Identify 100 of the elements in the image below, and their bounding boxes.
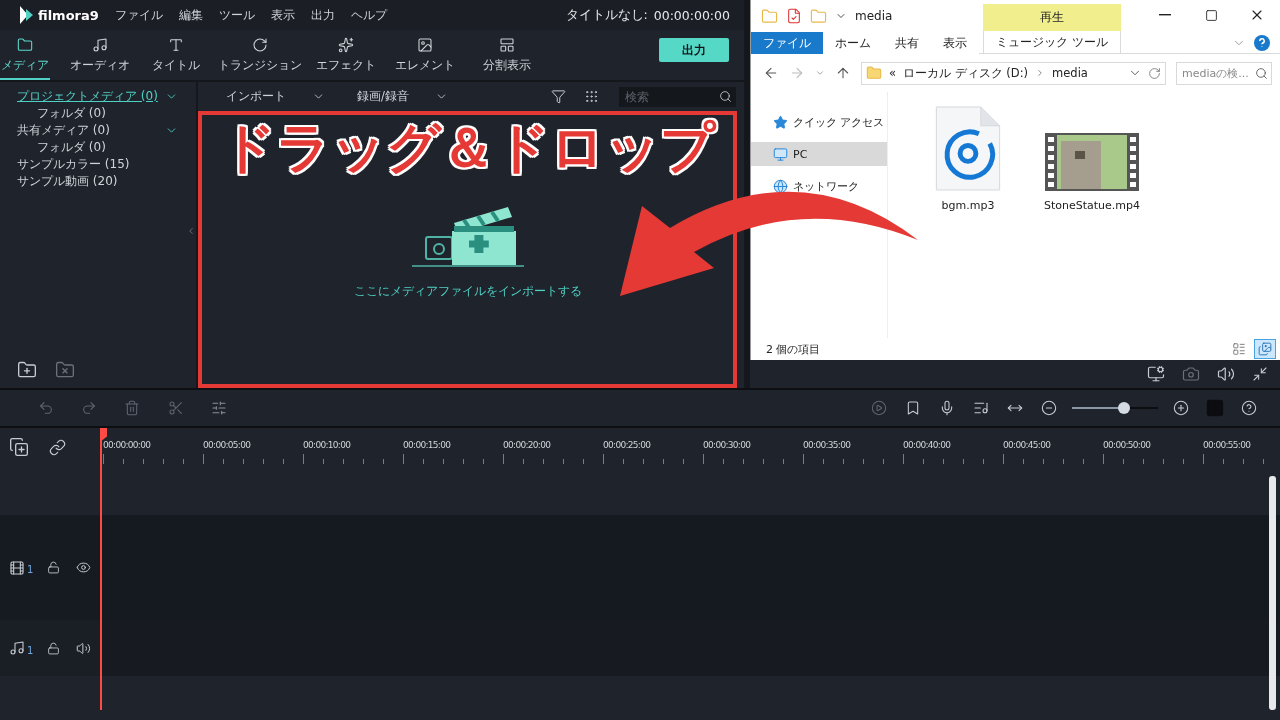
star-icon — [773, 114, 788, 130]
folder-icon — [17, 37, 33, 53]
nav-item[interactable]: ネットワーク — [751, 174, 887, 198]
marker-icon — [905, 400, 921, 416]
monitor-icon — [773, 146, 788, 162]
ruler-label: 00:00:30:00 — [703, 440, 751, 450]
slider-thumb[interactable] — [1117, 402, 1130, 414]
file-name[interactable]: bgm.mp3 — [941, 199, 995, 212]
menu-item[interactable]: ヘルプ — [350, 7, 387, 23]
menu-item[interactable]: ツール — [218, 7, 255, 23]
snapshot-icon[interactable] — [1182, 365, 1200, 383]
grid-icon[interactable] — [584, 89, 599, 104]
library-tab[interactable]: オーディオ — [50, 31, 150, 80]
nav-item[interactable]: クイック アクセス — [751, 110, 887, 134]
project-title: タイトルなし: — [565, 6, 648, 24]
ruler-label: 00:00:20:00 — [503, 440, 551, 450]
help-icon[interactable] — [1254, 34, 1270, 51]
globe-icon — [773, 178, 788, 194]
ruler-label: 00:00:55:00 — [1203, 440, 1251, 450]
folder-icon — [866, 65, 882, 81]
unlock-icon[interactable] — [47, 641, 61, 655]
playhead-handle[interactable] — [100, 428, 107, 442]
audio-file-icon — [935, 106, 1001, 191]
zoom-slider[interactable] — [1072, 402, 1158, 414]
ruler-label: 00:00:00:00 — [103, 440, 151, 450]
search-icon[interactable] — [1255, 66, 1268, 80]
ribbon-tab[interactable]: ファイル — [751, 32, 823, 54]
text-icon — [168, 37, 184, 53]
library-tab[interactable]: エレメント — [374, 31, 476, 80]
image-icon — [417, 37, 433, 53]
window-title: media — [855, 8, 893, 25]
eye-icon[interactable] — [76, 560, 92, 575]
properties-icon[interactable] — [786, 8, 802, 24]
nav-item[interactable]: PC — [751, 142, 887, 166]
sidebar-item[interactable]: 共有メディア (0) — [17, 122, 110, 139]
sidebar-item[interactable]: サンプル動画 (20) — [17, 173, 118, 190]
up-icon[interactable] — [835, 65, 851, 81]
columns-icon — [1205, 398, 1225, 418]
search-field[interactable]: 検索 — [619, 86, 736, 107]
timecode: 00:00:00:00 — [653, 7, 730, 23]
music-note-icon — [9, 640, 25, 656]
menu-item[interactable]: ファイル — [114, 7, 163, 23]
help-icon — [1241, 400, 1257, 416]
export-button[interactable]: 出力 — [659, 38, 729, 62]
ruler-label: 00:00:15:00 — [403, 440, 451, 450]
library-tab[interactable]: タイトル — [150, 31, 202, 80]
record-dropdown[interactable]: 録画/録音 — [357, 89, 448, 104]
scissors-icon — [167, 400, 184, 416]
film-icon — [9, 559, 25, 576]
scrollbar[interactable] — [1269, 476, 1276, 710]
list-icon — [1232, 342, 1246, 356]
search-icon[interactable] — [719, 90, 732, 103]
library-tab[interactable]: トランジション — [202, 31, 318, 80]
delete-folder-icon[interactable] — [55, 360, 75, 380]
drop-hint[interactable]: ここにメディアファイルをインポートする — [353, 283, 582, 301]
menu-item[interactable]: 表示 — [270, 7, 295, 23]
library-tab[interactable]: メディア — [0, 31, 50, 80]
sliders-icon — [210, 400, 227, 416]
music-note-icon — [92, 37, 108, 53]
ruler-label: 00:00:50:00 — [1103, 440, 1151, 450]
filter-icon[interactable] — [551, 89, 566, 104]
undo-icon — [37, 400, 54, 416]
microphone-icon — [939, 400, 955, 416]
sidebar-item[interactable]: サンプルカラー (15) — [17, 156, 130, 173]
menu-item[interactable]: 編集 — [178, 7, 203, 23]
speaker-icon[interactable] — [76, 640, 92, 656]
sidebar-item[interactable]: フォルダ (0) — [37, 139, 106, 156]
ruler-label: 00:00:40:00 — [903, 440, 951, 450]
music-list-icon — [973, 400, 989, 416]
fullscreen-icon[interactable] — [1252, 366, 1268, 382]
add-track-icon[interactable] — [9, 437, 29, 457]
trash-icon — [124, 400, 140, 416]
import-dropdown[interactable]: インポート — [226, 89, 325, 104]
ribbon-tab[interactable]: ミュージック ツール — [983, 31, 1121, 53]
app-logo: filmora9 — [38, 7, 99, 23]
zoom-in-icon — [1173, 400, 1189, 416]
library-tab[interactable]: 分割表示 — [476, 31, 538, 80]
search-field[interactable]: mediaの検... — [1176, 61, 1272, 85]
menu-item[interactable]: 出力 — [310, 7, 335, 23]
new-folder-icon[interactable] — [17, 360, 37, 380]
back-icon[interactable] — [763, 65, 779, 81]
address-bar[interactable]: « ローカル ディスク (D:) media — [861, 61, 1166, 85]
file-name[interactable]: StoneStatue.mp4 — [1043, 199, 1140, 212]
render-settings-icon[interactable] — [1147, 365, 1165, 383]
breadcrumb[interactable]: ローカル ディスク (D:) — [903, 65, 1029, 81]
sidebar-item[interactable]: プロジェクトメディア (0) — [17, 88, 158, 105]
sidebar-item[interactable]: フォルダ (0) — [37, 105, 106, 122]
images-icon — [1258, 342, 1272, 356]
ruler-label: 00:00:10:00 — [303, 440, 351, 450]
minimize-icon — [1159, 14, 1171, 16]
library-tab[interactable]: エフェクト — [318, 31, 374, 80]
sparkle-icon — [338, 37, 354, 53]
refresh-icon[interactable] — [1148, 66, 1161, 80]
volume-icon[interactable] — [1217, 365, 1235, 383]
unlock-icon[interactable] — [47, 561, 61, 574]
icons-view-button[interactable] — [1254, 339, 1276, 359]
breadcrumb[interactable]: media — [1052, 66, 1088, 80]
path-prefix: « — [889, 66, 897, 80]
logo-icon — [18, 6, 34, 24]
link-icon[interactable] — [49, 438, 66, 456]
